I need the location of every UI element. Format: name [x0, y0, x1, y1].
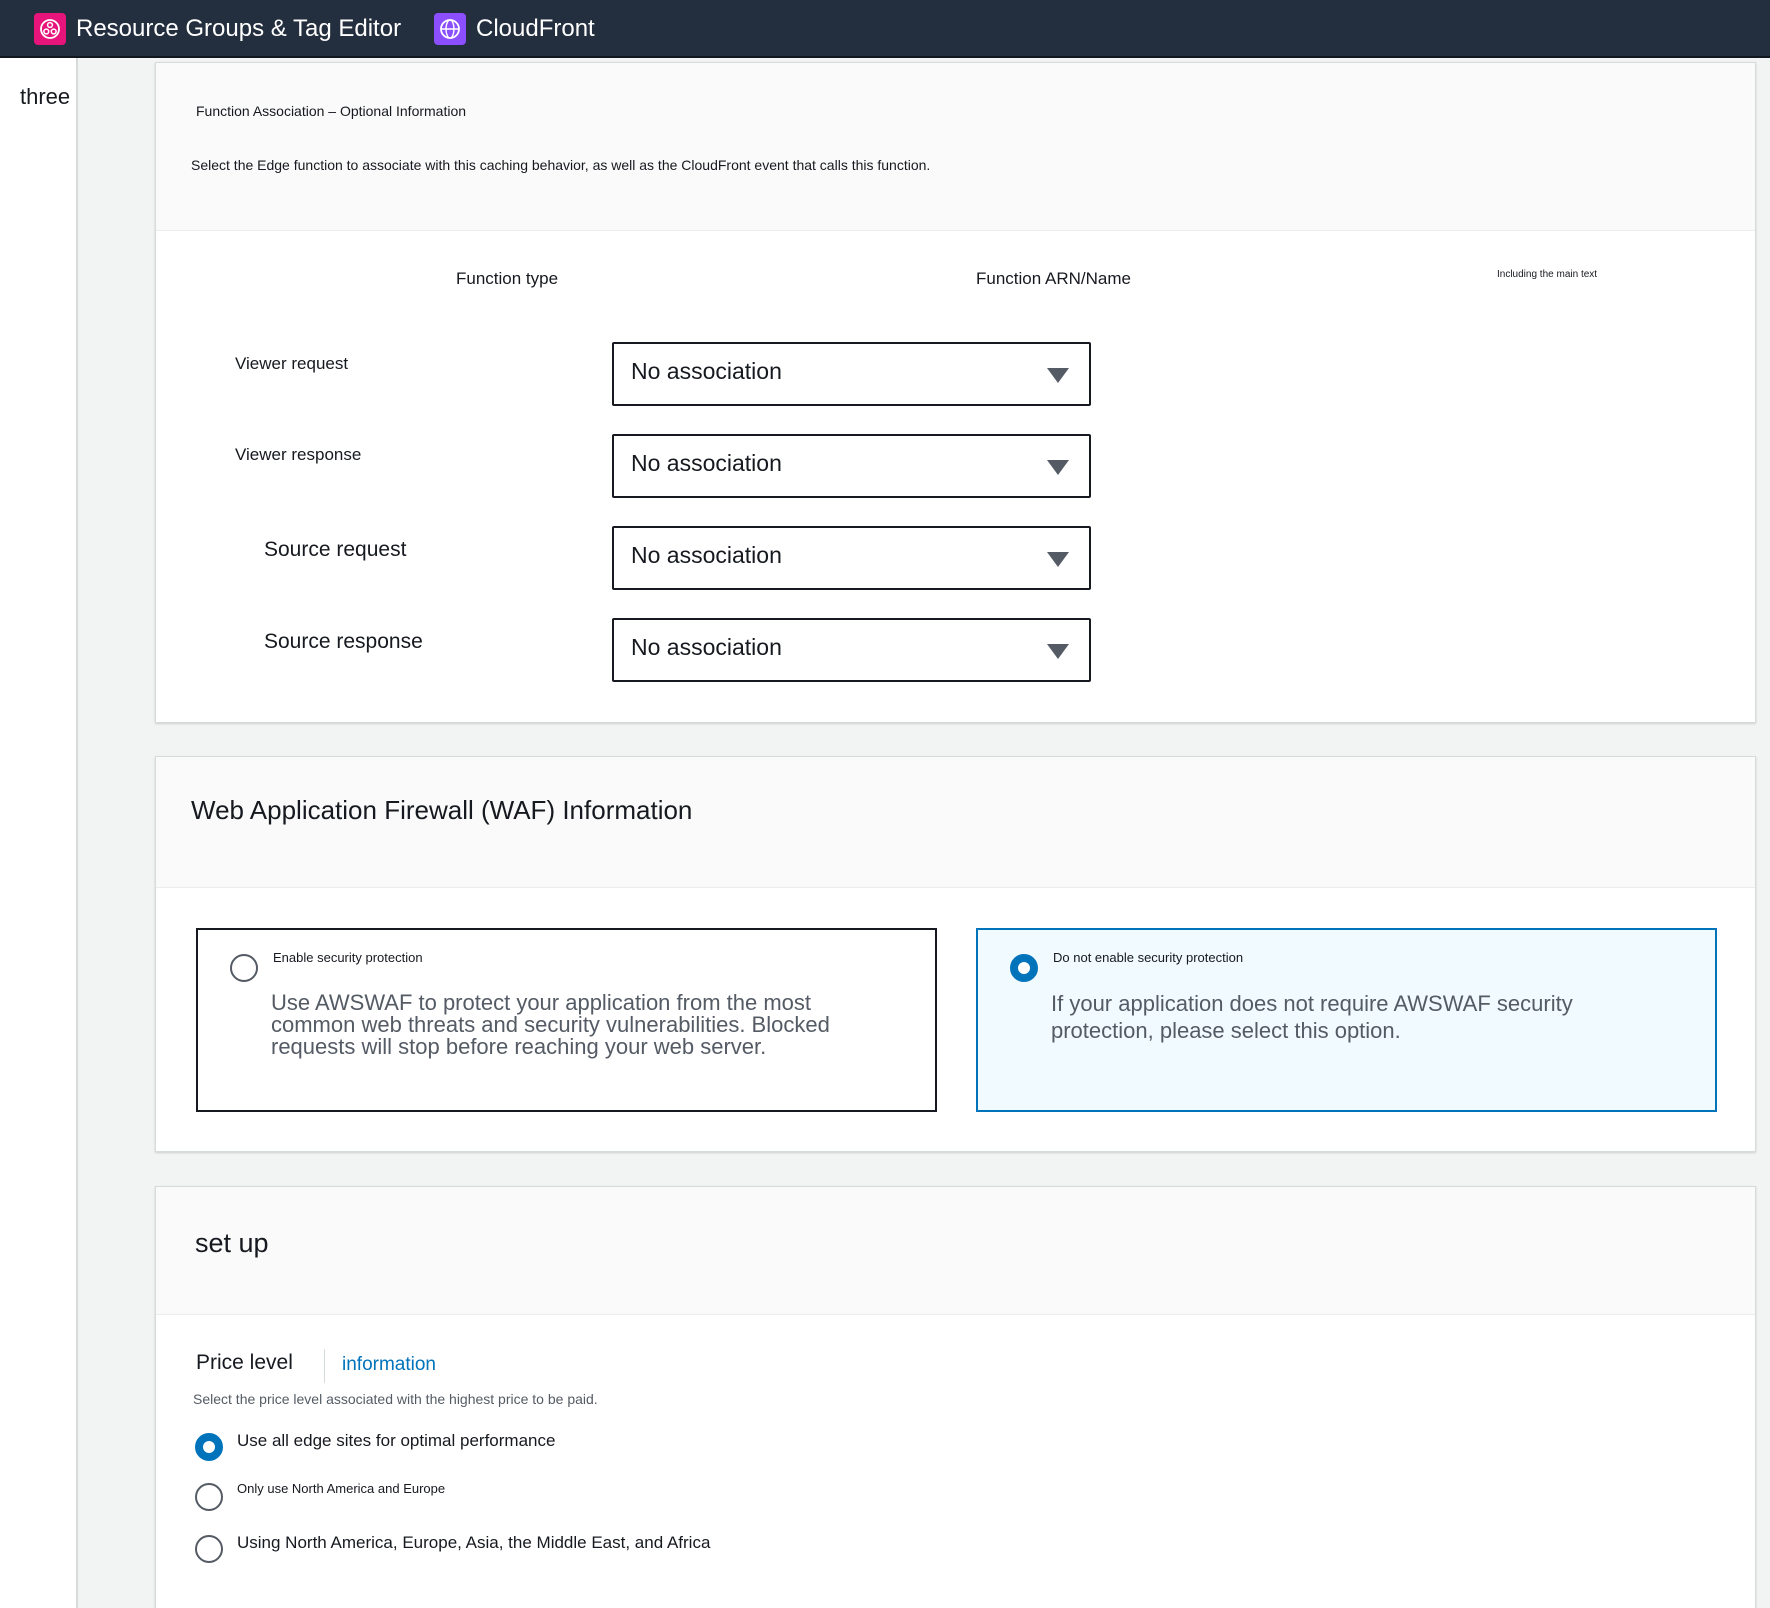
service-shortcut-cloudfront[interactable]: CloudFront: [434, 0, 595, 58]
option-description: Use AWSWAF to protect your application f…: [271, 990, 830, 1059]
option-label: Using North America, Europe, Asia, the M…: [237, 1533, 711, 1552]
column-header-function-type: Function type: [456, 269, 559, 288]
panel-header: Function Association – Optional Informat…: [156, 63, 1755, 231]
caret-down-icon: [1047, 368, 1069, 383]
service-shortcut-resource-groups[interactable]: Resource Groups & Tag Editor: [34, 0, 401, 58]
row-label-source-response: Source response: [264, 630, 423, 653]
waf-option-enable[interactable]: Enable security protection Use AWSWAF to…: [196, 928, 937, 1112]
option-label: Only use North America and Europe: [237, 1481, 446, 1496]
option-title: Do not enable security protection: [1053, 950, 1244, 965]
service-label: CloudFront: [476, 15, 595, 42]
price-option-na-eu[interactable]: Only use North America and Europe: [195, 1481, 995, 1511]
top-navigation-bar: Resource Groups & Tag Editor CloudFront: [0, 0, 1770, 58]
select-value: No association: [631, 358, 782, 384]
option-title: Enable security protection: [273, 950, 423, 965]
radio-unchecked[interactable]: [230, 954, 258, 982]
select-value: No association: [631, 450, 782, 476]
side-rail: three: [0, 58, 78, 1608]
source-request-select[interactable]: No association: [612, 526, 1091, 590]
function-association-panel: Function Association – Optional Informat…: [155, 62, 1756, 723]
column-header-include-body: Including the main text: [1497, 269, 1598, 280]
service-label: Resource Groups & Tag Editor: [76, 15, 402, 42]
cloudfront-icon: [434, 13, 466, 45]
radio-checked[interactable]: [1010, 954, 1038, 982]
settings-panel: set up Price level information Select th…: [155, 1186, 1756, 1608]
viewer-response-select[interactable]: No association: [612, 434, 1091, 498]
price-option-na-eu-asia-me-af[interactable]: Using North America, Europe, Asia, the M…: [195, 1533, 995, 1563]
source-response-select[interactable]: No association: [612, 618, 1091, 682]
row-label-viewer-request: Viewer request: [235, 354, 349, 373]
waf-option-disable[interactable]: Do not enable security protection If you…: [976, 928, 1717, 1112]
panel-title: Web Application Firewall (WAF) Informati…: [191, 795, 693, 825]
panel-title: set up: [195, 1228, 269, 1258]
option-description: If your application does not require AWS…: [1051, 991, 1573, 1043]
caret-down-icon: [1047, 460, 1069, 475]
option-label: Use all edge sites for optimal performan…: [237, 1431, 556, 1450]
caret-down-icon: [1047, 644, 1069, 659]
price-option-all[interactable]: Use all edge sites for optimal performan…: [195, 1431, 995, 1461]
info-link[interactable]: information: [342, 1354, 436, 1376]
divider: [324, 1349, 325, 1383]
caret-down-icon: [1047, 552, 1069, 567]
panel-header: Web Application Firewall (WAF) Informati…: [156, 757, 1755, 888]
viewer-request-select[interactable]: No association: [612, 342, 1091, 406]
radio-unchecked[interactable]: [195, 1535, 223, 1563]
select-value: No association: [631, 542, 782, 568]
radio-unchecked[interactable]: [195, 1483, 223, 1511]
radio-checked[interactable]: [195, 1433, 223, 1461]
resource-groups-icon: [34, 13, 66, 45]
row-label-source-request: Source request: [264, 538, 407, 561]
side-rail-label: three: [20, 84, 71, 109]
select-value: No association: [631, 634, 782, 660]
panel-description: Select the Edge function to associate wi…: [191, 157, 931, 173]
panel-header: set up: [156, 1187, 1755, 1315]
price-level-label: Price level: [196, 1351, 293, 1374]
row-label-viewer-response: Viewer response: [235, 445, 362, 464]
waf-panel: Web Application Firewall (WAF) Informati…: [155, 756, 1756, 1152]
panel-title: Function Association – Optional Informat…: [196, 103, 467, 119]
price-level-description: Select the price level associated with t…: [193, 1391, 598, 1407]
column-header-function-arn: Function ARN/Name: [976, 269, 1131, 288]
